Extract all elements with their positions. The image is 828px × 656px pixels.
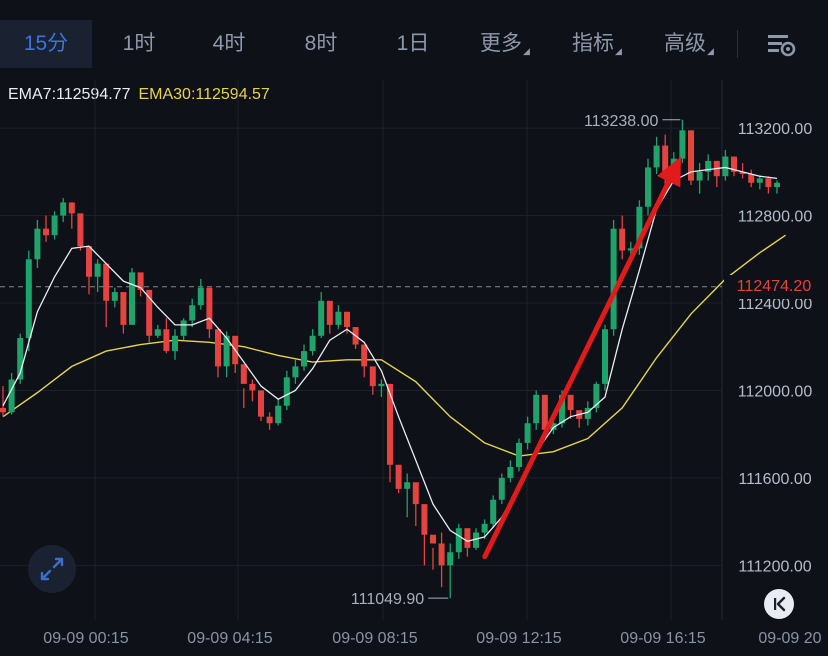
candle-down [369, 366, 376, 387]
candle-down [120, 292, 127, 325]
candle-down [68, 202, 75, 214]
candle-up [610, 228, 617, 330]
price-axis: 113200.00112800.00112400.00112000.001116… [738, 121, 813, 575]
candle-down [412, 482, 419, 505]
candle-down [361, 344, 368, 367]
candlestick-chart[interactable]: 113200.00112800.00112400.00112000.001116… [0, 0, 828, 656]
ema7-line [2, 166, 778, 542]
candle-down [464, 528, 471, 548]
time-tick-label: 09-09 00:15 [43, 630, 129, 647]
candle-up [301, 351, 307, 367]
candle-down [43, 228, 49, 236]
candle-up [533, 394, 540, 424]
ema7-line-layer [2, 166, 778, 542]
candle-down [421, 504, 428, 535]
chevron-left-end-icon [774, 596, 786, 612]
candle-up [602, 329, 608, 384]
fullscreen-button[interactable] [28, 545, 76, 593]
candle-down [103, 263, 110, 301]
candle-up [180, 320, 187, 336]
candle-up [455, 528, 462, 553]
candle-up [94, 263, 101, 277]
price-tick-label: 111200.00 [738, 558, 811, 575]
candle-up [516, 442, 522, 467]
high-price-label: 113238.00 [584, 113, 659, 130]
price-tick-label: 112800.00 [738, 209, 813, 226]
price-tick-label: 113200.00 [738, 121, 813, 138]
candle-up [34, 228, 41, 260]
candle-up [25, 259, 32, 338]
time-tick-label: 09-09 20 [758, 630, 821, 647]
candle-down [77, 213, 84, 247]
candle-up [653, 145, 660, 168]
candle-down [206, 287, 213, 330]
candle-down [326, 300, 333, 325]
candle-up [378, 383, 385, 387]
current-price-tag: 112474.20 [724, 274, 824, 299]
candle-up [283, 377, 290, 406]
trend-arrow-layer [482, 156, 681, 560]
candle-up [524, 423, 531, 443]
candle-up [197, 287, 204, 306]
candle-up [645, 167, 651, 207]
candle-up [507, 466, 514, 478]
price-tick-label: 112000.00 [738, 383, 813, 400]
candle-up [275, 405, 282, 424]
candle-up [172, 335, 178, 352]
candle-down [258, 390, 264, 417]
candle-up [696, 171, 703, 181]
candle-down [163, 329, 170, 352]
trend-arrow-shaft [482, 179, 672, 560]
candle-down [765, 178, 772, 188]
candle-up [292, 366, 299, 378]
candle-up [309, 335, 316, 352]
candle-down [387, 383, 393, 465]
candle-up [60, 202, 67, 216]
time-axis: 09-09 00:15 09-09 04:15 09-09 08:15 09-09 1… [43, 630, 821, 647]
candle-up [498, 477, 505, 500]
candle-down [567, 394, 574, 411]
time-tick-label: 09-09 16:15 [620, 630, 706, 647]
price-tick-label: 111600.00 [738, 471, 811, 488]
candle-up [335, 311, 342, 325]
candle-up [490, 499, 497, 524]
scroll-to-latest-button[interactable] [764, 589, 794, 619]
candle-down [249, 383, 256, 391]
candle-down [344, 311, 350, 328]
candle-up [756, 178, 763, 183]
candle-down [748, 174, 755, 183]
candle-up [111, 292, 118, 301]
time-tick-label: 09-09 08:15 [332, 630, 418, 647]
candle-down [438, 543, 445, 566]
candle-down [240, 364, 247, 384]
candle-down [86, 246, 92, 277]
candle-up [404, 482, 411, 489]
expand-arrows-icon [40, 557, 64, 581]
ema30-line [2, 234, 786, 457]
candle-down [0, 407, 6, 413]
candle-up [679, 130, 686, 159]
ema30-line-layer [2, 234, 786, 457]
candle-down [619, 228, 626, 251]
candle-up [447, 552, 454, 566]
candle-down [395, 464, 402, 489]
candle-up [51, 215, 58, 236]
candle-up [154, 329, 161, 336]
time-tick-label: 09-09 04:15 [187, 630, 273, 647]
candle-down [430, 534, 436, 544]
candle-up [189, 305, 196, 321]
time-tick-label: 09-09 12:15 [476, 630, 562, 647]
high-low-markers: 113238.00 111049.90 [351, 113, 681, 608]
candle-down [266, 416, 273, 424]
candle-up [318, 300, 325, 336]
candle-up [129, 272, 135, 325]
candle-up [722, 156, 729, 177]
candle-down [215, 329, 221, 367]
candle-up [774, 182, 780, 188]
low-price-label: 111049.90 [351, 591, 424, 608]
candle-up [481, 523, 488, 533]
